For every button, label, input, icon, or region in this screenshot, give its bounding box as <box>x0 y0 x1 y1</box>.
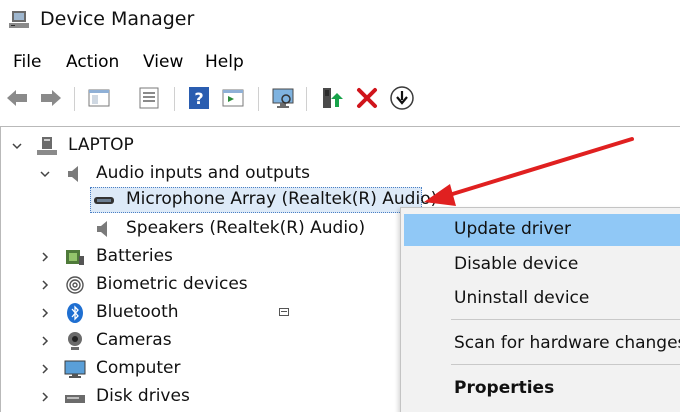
tree-label-microphone: Microphone Array (Realtek(R) Audio) <box>126 189 438 209</box>
tree-label-cameras: Cameras <box>96 330 172 350</box>
menu-item-label: Properties <box>454 378 555 398</box>
menu-item-properties[interactable]: Properties <box>404 373 680 405</box>
tree-label-bluetooth: Bluetooth <box>96 302 179 322</box>
toolbar-separator <box>258 87 259 111</box>
menu-item-label: Scan for hardware changes <box>454 333 680 353</box>
toolbar-separator <box>174 87 175 111</box>
tree-label-root: LAPTOP <box>68 135 134 155</box>
chevron-right-icon[interactable] <box>38 390 52 404</box>
chevron-right-icon[interactable] <box>38 362 52 376</box>
forward-arrow-icon[interactable] <box>38 85 64 111</box>
menu-separator <box>451 364 680 365</box>
menu-grip-icon <box>279 308 289 316</box>
computer-tower-icon <box>37 137 57 155</box>
speaker-icon <box>68 166 78 182</box>
title-bar: Device Manager <box>0 0 680 44</box>
update-driver-icon[interactable] <box>318 85 344 111</box>
toolbar-separator <box>306 87 307 111</box>
properties-sheet-icon[interactable] <box>136 85 162 111</box>
help-icon[interactable]: ? <box>186 85 212 111</box>
menu-item-uninstall-device[interactable]: Uninstall device <box>404 283 680 315</box>
menu-item-label: Update driver <box>454 219 571 239</box>
tree-item-laptop[interactable]: LAPTOP <box>0 133 680 159</box>
tree-label-computer: Computer <box>96 358 181 378</box>
menu-file[interactable]: File <box>13 52 41 72</box>
menu-item-label: Disable device <box>454 254 579 274</box>
menu-bar: File Action View Help <box>0 48 680 78</box>
svg-text:?: ? <box>194 89 203 108</box>
menu-action[interactable]: Action <box>66 52 119 72</box>
microphone-array-icon <box>94 197 114 204</box>
menu-item-scan-hardware[interactable]: Scan for hardware changes <box>404 328 680 360</box>
show-hide-tree-icon[interactable] <box>86 85 112 111</box>
chevron-right-icon[interactable] <box>38 334 52 348</box>
device-manager-icon <box>9 11 29 28</box>
menu-separator <box>451 319 680 320</box>
download-driver-icon[interactable] <box>389 85 415 111</box>
scan-monitor-icon[interactable] <box>270 85 296 111</box>
menu-item-label: Uninstall device <box>454 288 590 308</box>
view-pane-icon[interactable] <box>220 85 246 111</box>
battery-icon <box>66 250 84 265</box>
disk-drive-icon <box>65 395 85 403</box>
tree-label-batteries: Batteries <box>96 246 173 266</box>
tree-label-speakers: Speakers (Realtek(R) Audio) <box>126 218 366 238</box>
tree-item-audio[interactable]: Audio inputs and outputs <box>0 161 680 187</box>
chevron-right-icon[interactable] <box>38 306 52 320</box>
monitor-icon <box>64 360 86 378</box>
chevron-down-icon[interactable] <box>10 139 24 153</box>
toolbar-separator <box>74 87 75 111</box>
chevron-right-icon[interactable] <box>38 250 52 264</box>
menu-item-disable-device[interactable]: Disable device <box>404 249 680 281</box>
toolbar: ? <box>0 82 680 118</box>
menu-help[interactable]: Help <box>205 52 244 72</box>
chevron-down-icon[interactable] <box>38 167 52 181</box>
speaker-icon <box>97 221 107 237</box>
uninstall-x-icon[interactable] <box>354 85 380 111</box>
menu-view[interactable]: View <box>143 52 183 72</box>
menu-item-update-driver[interactable]: Update driver <box>404 214 680 246</box>
tree-label-biometric: Biometric devices <box>96 274 248 294</box>
back-arrow-icon[interactable] <box>4 85 30 111</box>
context-menu: Update driver Disable device Uninstall d… <box>400 207 680 412</box>
bluetooth-icon <box>67 303 83 323</box>
tree-label-disk-drives: Disk drives <box>96 386 190 406</box>
chevron-right-icon[interactable] <box>38 278 52 292</box>
tree-label-audio: Audio inputs and outputs <box>96 163 311 183</box>
window-title: Device Manager <box>40 8 195 30</box>
fingerprint-icon <box>66 276 84 294</box>
webcam-icon <box>68 332 82 350</box>
